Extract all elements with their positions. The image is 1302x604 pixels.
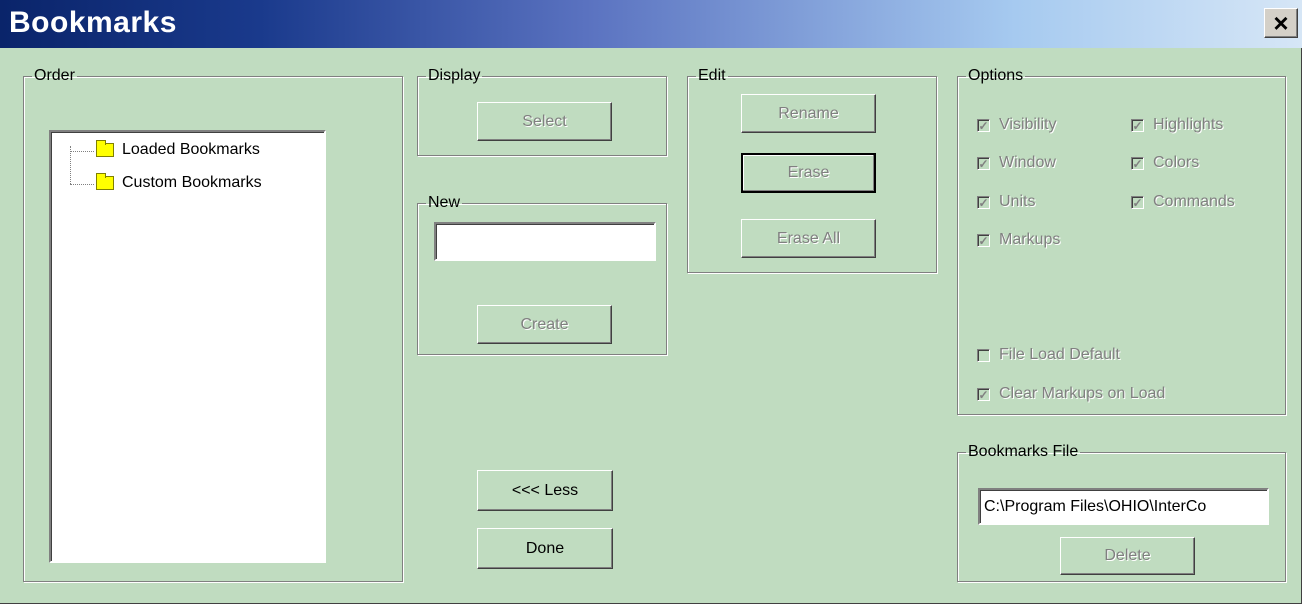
select-button[interactable]: Select	[477, 102, 612, 141]
title-bar[interactable]: Bookmarks ×	[0, 0, 1302, 48]
checkmark-icon: ✓	[977, 387, 990, 402]
create-button[interactable]: Create	[477, 305, 612, 344]
checkbox-label: Window	[999, 154, 1056, 171]
options-group-label: Options	[968, 67, 1024, 84]
close-icon: ×	[1273, 8, 1289, 38]
bookmarks-dialog: Bookmarks × Order Loaded Bookmarks Custo…	[0, 0, 1302, 604]
new-bookmark-name-input[interactable]	[434, 222, 656, 261]
new-group-label: New	[428, 194, 461, 211]
folder-icon	[96, 173, 114, 190]
colors-checkbox[interactable]: ✓ Colors	[1131, 154, 1199, 172]
checkmark-icon: ✓	[1131, 156, 1144, 171]
erase-all-button[interactable]: Erase All	[741, 219, 876, 258]
checkmark-icon: ✓	[1131, 118, 1144, 133]
checkbox-label: Visibility	[999, 116, 1057, 133]
markups-checkbox[interactable]: ✓ Markups	[977, 231, 1060, 249]
tree-connector	[70, 184, 94, 185]
window-checkbox[interactable]: ✓ Window	[977, 154, 1056, 172]
folder-icon	[96, 140, 114, 157]
checkmark-icon: ✓	[1131, 195, 1144, 210]
commands-checkbox[interactable]: ✓ Commands	[1131, 193, 1235, 211]
less-button[interactable]: <<< Less	[477, 470, 613, 511]
rename-button[interactable]: Rename	[741, 94, 876, 133]
checkmark-icon: ✓	[977, 118, 990, 133]
highlights-checkbox[interactable]: ✓ Highlights	[1131, 116, 1223, 134]
units-checkbox[interactable]: ✓ Units	[977, 193, 1035, 211]
display-group-label: Display	[428, 67, 481, 84]
checkbox-label: Clear Markups on Load	[999, 385, 1166, 402]
edit-group-label: Edit	[698, 67, 726, 84]
checkbox-label: Colors	[1153, 154, 1200, 171]
delete-button[interactable]: Delete	[1060, 537, 1195, 575]
checkmark-icon: ✓	[977, 195, 990, 210]
bookmark-tree[interactable]: Loaded Bookmarks Custom Bookmarks	[49, 130, 326, 563]
bookmarks-file-path-field[interactable]	[978, 488, 1269, 525]
tree-item-label: Custom Bookmarks	[122, 174, 262, 191]
empty-checkbox-icon	[977, 348, 990, 362]
done-button[interactable]: Done	[477, 528, 613, 569]
tree-item-loaded-bookmarks[interactable]: Loaded Bookmarks	[96, 140, 260, 159]
erase-button[interactable]: Erase	[741, 153, 876, 193]
tree-item-label: Loaded Bookmarks	[122, 141, 260, 158]
tree-connector	[70, 151, 94, 152]
checkbox-label: Units	[999, 193, 1036, 210]
clear-markups-on-load-checkbox[interactable]: ✓ Clear Markups on Load	[977, 385, 1165, 403]
window-title: Bookmarks	[9, 6, 177, 39]
order-group-label: Order	[34, 67, 75, 84]
bookmarks-file-group-label: Bookmarks File	[968, 443, 1079, 460]
checkbox-label: File Load Default	[999, 346, 1120, 363]
close-button[interactable]: ×	[1264, 8, 1298, 38]
checkbox-label: Highlights	[1153, 116, 1224, 133]
checkmark-icon: ✓	[977, 156, 990, 171]
visibility-checkbox[interactable]: ✓ Visibility	[977, 116, 1057, 134]
checkbox-label: Markups	[999, 231, 1061, 248]
tree-item-custom-bookmarks[interactable]: Custom Bookmarks	[96, 173, 262, 192]
checkmark-icon: ✓	[977, 233, 990, 248]
checkbox-label: Commands	[1153, 193, 1235, 210]
file-load-default-checkbox[interactable]: File Load Default	[977, 346, 1120, 364]
